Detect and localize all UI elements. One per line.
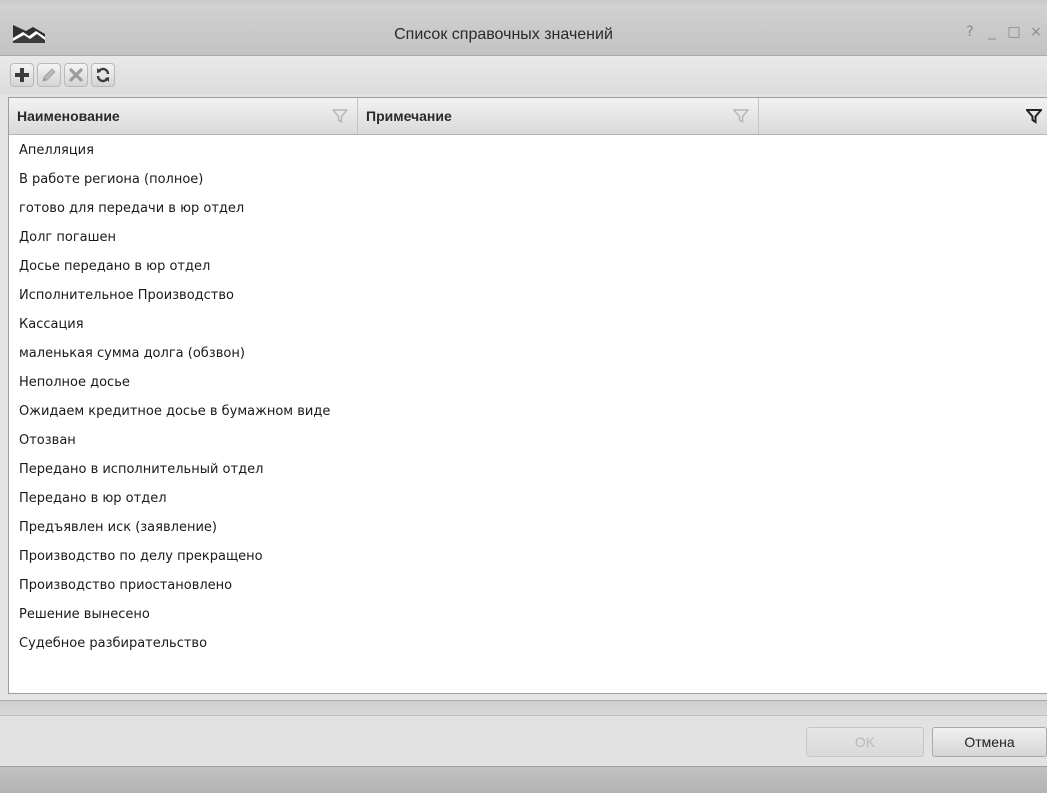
help-icon[interactable]: ? [963,24,977,40]
window-title: Список справочных значений [394,26,613,43]
table-row[interactable]: Апелляция [9,136,1047,165]
plus-icon [15,68,29,82]
table-row[interactable]: Производство по делу прекращено [9,542,1047,571]
table-row[interactable]: Ожидаем кредитное досье в бумажном виде [9,397,1047,426]
column-header-label: Наименование [17,108,120,124]
add-button[interactable] [10,63,34,87]
table-row[interactable]: Предъявлен иск (заявление) [9,513,1047,542]
table-row[interactable]: Передано в юр отдел [9,484,1047,513]
minimize-icon[interactable]: _ [985,24,999,40]
cross-icon [69,68,83,82]
table-row[interactable]: готово для передачи в юр отдел [9,194,1047,223]
dialog-button-bar: OK Отмена [0,716,1047,766]
table-row[interactable]: маленькая сумма долга (обзвон) [9,339,1047,368]
column-header-label: Примечание [366,108,452,124]
filter-icon[interactable] [332,108,348,124]
column-header-note[interactable]: Примечание [358,98,759,134]
table-row[interactable]: Исполнительное Производство [9,281,1047,310]
refresh-icon [96,67,110,83]
table-row[interactable]: Судебное разбирательство [9,629,1047,658]
table-row[interactable]: Кассация [9,310,1047,339]
table-row[interactable]: Долг погашен [9,223,1047,252]
column-header-name[interactable]: Наименование [9,98,358,134]
close-icon[interactable]: × [1029,24,1043,40]
pencil-icon [42,68,56,82]
maximize-icon[interactable]: □ [1007,24,1021,40]
table-row[interactable]: Отозван [9,426,1047,455]
status-bar [0,766,1047,793]
table-row[interactable]: Досье передано в юр отдел [9,252,1047,281]
values-grid: Наименование Примечание Апелляция В рабо… [8,97,1047,694]
window-controls: ? _ □ × [963,24,1043,40]
toolbar [0,56,1047,94]
table-row[interactable]: Передано в исполнительный отдел [9,455,1047,484]
title-bar-top-strip [0,0,1047,8]
grid-header: Наименование Примечание [9,98,1047,135]
table-row[interactable]: Неполное досье [9,368,1047,397]
filter-icon[interactable] [733,108,749,124]
edit-button[interactable] [37,63,61,87]
grid-rows: Апелляция В работе региона (полное) гото… [9,136,1047,658]
ok-button[interactable]: OK [806,727,924,757]
column-header-filter-all[interactable] [759,98,1047,134]
title-bar[interactable]: Список справочных значений ? _ □ × [0,0,1047,56]
filter-active-icon[interactable] [1026,108,1042,124]
table-row[interactable]: В работе региона (полное) [9,165,1047,194]
separator-band [0,700,1047,716]
refresh-button[interactable] [91,63,115,87]
cancel-button[interactable]: Отмена [932,727,1047,757]
dialog-window: Список справочных значений ? _ □ × Наиме… [0,0,1047,793]
delete-button[interactable] [64,63,88,87]
table-row[interactable]: Производство приостановлено [9,571,1047,600]
table-row[interactable]: Решение вынесено [9,600,1047,629]
